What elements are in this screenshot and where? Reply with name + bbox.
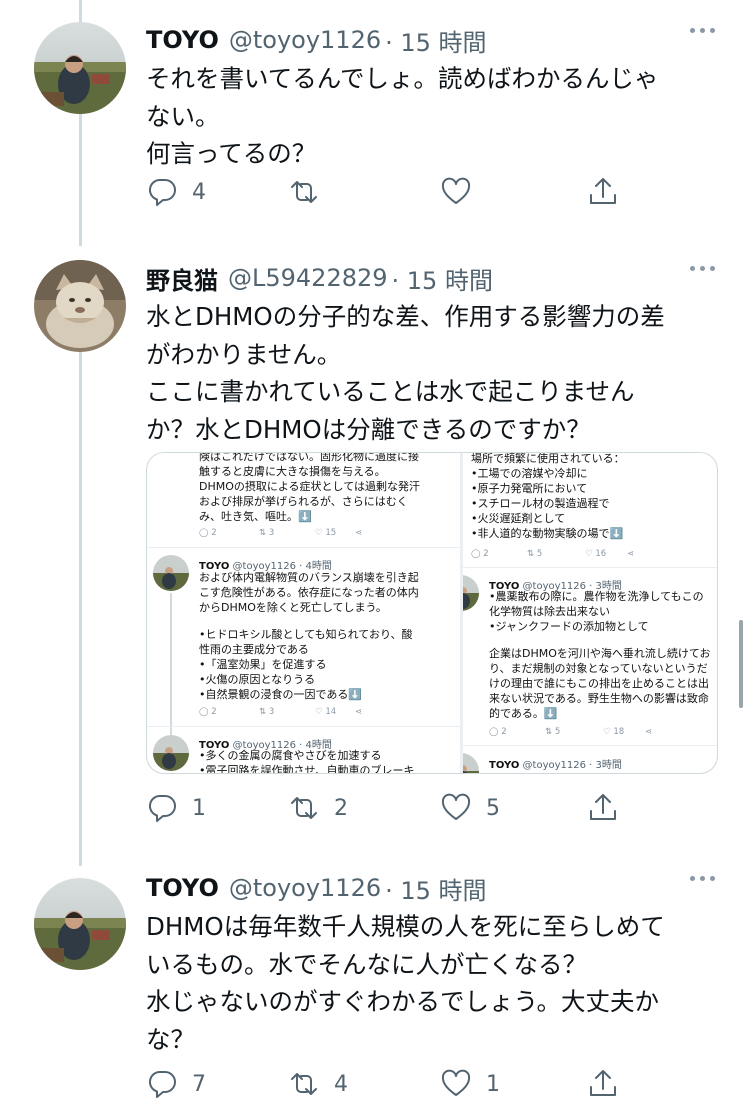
tweet-text-line: DHMOは毎年数千人規模の人を死に至らしめて <box>146 912 665 941</box>
display-name[interactable]: TOYO <box>146 26 219 54</box>
more-icon[interactable] <box>690 266 715 271</box>
reply-icon <box>148 1071 176 1098</box>
like-count: 5 <box>486 795 500 821</box>
like-icon <box>441 793 471 820</box>
image-tweet-actions: ◯ 2 ⇅ 5 ♡ 16 ⋖ <box>471 549 635 559</box>
like-button[interactable]: 5 <box>440 788 500 828</box>
reply-icon <box>148 795 176 822</box>
display-name[interactable]: 野良猫 <box>146 261 218 296</box>
share-button[interactable] <box>587 172 619 212</box>
retweet-icon <box>291 1073 317 1095</box>
reply-count: 7 <box>192 1071 206 1097</box>
image-column-left: 険はこれだけではない。固形化物に過度に接 触すると皮膚に大きな損傷を与える。 D… <box>147 453 460 773</box>
tweet-text-line: ない。 <box>146 101 220 131</box>
share-icon <box>590 1070 616 1096</box>
image-tweet-actions: ◯ 2 ⇅ 3 ♡ 14 ⋖ <box>199 707 363 717</box>
tweet-header: 野良猫 @L59422829 · 15 時間 <box>146 258 493 298</box>
retweet-count: 4 <box>334 1071 348 1097</box>
tweet[interactable]: TOYO @toyoy1126 · 15 時間 それを書いてるんでしょ。読めばわ… <box>0 20 749 220</box>
image-avatar <box>463 753 479 773</box>
reply-count: 1 <box>192 795 206 821</box>
timestamp[interactable]: · 15 時間 <box>392 261 493 296</box>
retweet-count: 2 <box>334 795 348 821</box>
share-button[interactable] <box>587 1064 619 1104</box>
tweet-text: DHMOは毎年数千人規模の人を死に至らしめて いるもの。水でそんなに人が亡くなる… <box>146 908 726 1058</box>
image-avatar <box>153 735 189 771</box>
tweet-actions: 4 <box>146 172 626 212</box>
tweet[interactable]: TOYO @toyoy1126 · 15 時間 DHMOは毎年数千人規模の人を死… <box>0 868 749 1109</box>
tweet-text-line: 水じゃないのがすぐわかるでしょう。大丈夫か <box>146 987 660 1016</box>
image-avatar <box>153 555 189 591</box>
user-handle[interactable]: @toyoy1126 <box>229 874 381 902</box>
reply-button[interactable]: 4 <box>146 172 206 212</box>
image-tweet-actions: ◯ 2 ⇅ 3 ♡ 15 ⋖ <box>199 528 363 538</box>
more-icon[interactable] <box>690 876 715 881</box>
retweet-button[interactable]: 2 <box>288 788 348 828</box>
thread-line <box>79 0 82 22</box>
tweet-header: TOYO @toyoy1126 · 15 時間 <box>146 20 487 60</box>
tweet[interactable]: 野良猫 @L59422829 · 15 時間 水とDHMOの分子的な差、作用する… <box>0 258 749 848</box>
timestamp[interactable]: · 15 時間 <box>385 23 486 58</box>
tweet-actions: 1 2 5 <box>146 788 626 828</box>
retweet-button[interactable]: 4 <box>288 1064 348 1104</box>
image-column-right: 場所で頻繁に使用されている： •工場での溶媒や冷却に •原子力発電所において •… <box>463 453 717 773</box>
tweet-text-line: 何言ってるの？ <box>146 139 317 168</box>
avatar[interactable] <box>34 878 126 970</box>
retweet-button[interactable] <box>288 172 334 212</box>
like-button[interactable]: 1 <box>440 1064 500 1104</box>
reply-count: 4 <box>192 179 206 205</box>
scrollbar[interactable] <box>739 620 743 708</box>
share-button[interactable] <box>587 788 619 828</box>
reply-button[interactable]: 1 <box>146 788 206 828</box>
tweet-text-line: いるもの。水でそんなに人が亡くなる？ <box>146 949 587 979</box>
retweet-icon <box>291 797 317 819</box>
tweet-text-line: がわかりません。 <box>146 339 342 369</box>
timestamp[interactable]: · 15 時間 <box>385 871 486 906</box>
tweet-actions: 7 4 1 <box>146 1064 626 1104</box>
like-count: 1 <box>486 1071 500 1097</box>
like-button[interactable] <box>440 172 486 212</box>
tweet-text: 水とDHMOの分子的な差、作用する影響力の差 がわかりません。 ここに書かれてい… <box>146 298 726 448</box>
tweet-text-line: か？水とDHMOは分離できるのですか？ <box>146 414 591 444</box>
share-icon <box>590 178 616 204</box>
display-name[interactable]: TOYO <box>146 874 219 902</box>
reply-icon <box>148 179 176 206</box>
user-handle[interactable]: @toyoy1126 <box>229 26 381 54</box>
like-icon <box>441 1069 471 1096</box>
tweet-text-line: な？ <box>146 1024 195 1054</box>
like-icon <box>441 177 471 204</box>
tweet-header: TOYO @toyoy1126 · 15 時間 <box>146 868 487 908</box>
avatar[interactable] <box>34 22 126 114</box>
tweet-text-line: ここに書かれていることは水で起こりません <box>146 377 635 406</box>
reply-button[interactable]: 7 <box>146 1064 206 1104</box>
image-avatar <box>463 575 479 611</box>
image-tweet-actions: ◯ 2 ⇅ 5 ♡ 18 ⋖ <box>489 727 653 737</box>
user-handle[interactable]: @L59422829 <box>228 264 388 292</box>
tweet-text: それを書いてるんでしょ。読めばわかるんじゃ ない。 何言ってるの？ <box>146 60 726 173</box>
tweet-text-line: それを書いてるんでしょ。読めばわかるんじゃ <box>146 64 659 93</box>
avatar[interactable] <box>34 260 126 352</box>
share-icon <box>590 794 616 820</box>
more-icon[interactable] <box>690 28 715 33</box>
tweet-text-line: 水とDHMOの分子的な差、作用する影響力の差 <box>146 302 665 331</box>
retweet-icon <box>291 181 317 203</box>
attached-image[interactable]: 険はこれだけではない。固形化物に過度に接 触すると皮膚に大きな損傷を与える。 D… <box>146 452 718 774</box>
